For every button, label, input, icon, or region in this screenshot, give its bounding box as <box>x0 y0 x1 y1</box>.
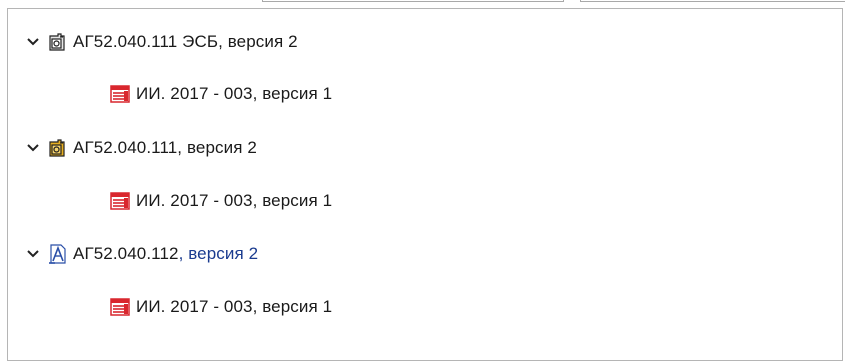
tree-window: АГ52.040.111 ЭСБ, версия 2 ИИ. 2017 - 00… <box>0 0 845 363</box>
tree-node-2-child-1[interactable]: ИИ. 2017 - 003, версия 1 <box>110 188 332 214</box>
chevron-down-icon[interactable] <box>26 35 40 49</box>
red-document-icon <box>110 84 130 104</box>
top-input-right[interactable] <box>580 0 845 2</box>
tree-node-label: АГ52.040.112, версия 2 <box>73 244 258 264</box>
top-input-left[interactable] <box>262 0 564 2</box>
tree-node-label: АГ52.040.111, версия 2 <box>73 138 257 157</box>
tree-node-1[interactable]: АГ52.040.111 ЭСБ, версия 2 <box>26 29 298 55</box>
cad-document-dark-icon <box>47 32 67 52</box>
tree-node-label-version: , версия 2 <box>178 244 259 263</box>
chevron-down-icon[interactable] <box>26 247 40 261</box>
tree-node-3[interactable]: АГ52.040.112, версия 2 <box>26 241 258 267</box>
tree-node-label: ИИ. 2017 - 003, версия 1 <box>136 84 333 103</box>
tree-node-label-main: АГ52.040.112 <box>73 244 179 263</box>
tree-node-2[interactable]: АГ52.040.111, версия 2 <box>26 135 257 161</box>
tree-node-label: ИИ. 2017 - 003, версия 1 <box>136 191 333 210</box>
cad-document-yellow-icon <box>47 138 67 158</box>
tree-node-label: ИИ. 2017 - 003, версия 1 <box>136 297 333 316</box>
tree-node-3-child-1[interactable]: ИИ. 2017 - 003, версия 1 <box>110 294 332 320</box>
document-tree[interactable]: АГ52.040.111 ЭСБ, версия 2 ИИ. 2017 - 00… <box>7 8 843 361</box>
red-document-icon <box>110 191 130 211</box>
drawing-document-icon <box>47 244 67 264</box>
red-document-icon <box>110 297 130 317</box>
tree-node-1-child-1[interactable]: ИИ. 2017 - 003, версия 1 <box>110 81 332 107</box>
chevron-down-icon[interactable] <box>26 141 40 155</box>
tree-node-label: АГ52.040.111 ЭСБ, версия 2 <box>73 32 298 51</box>
